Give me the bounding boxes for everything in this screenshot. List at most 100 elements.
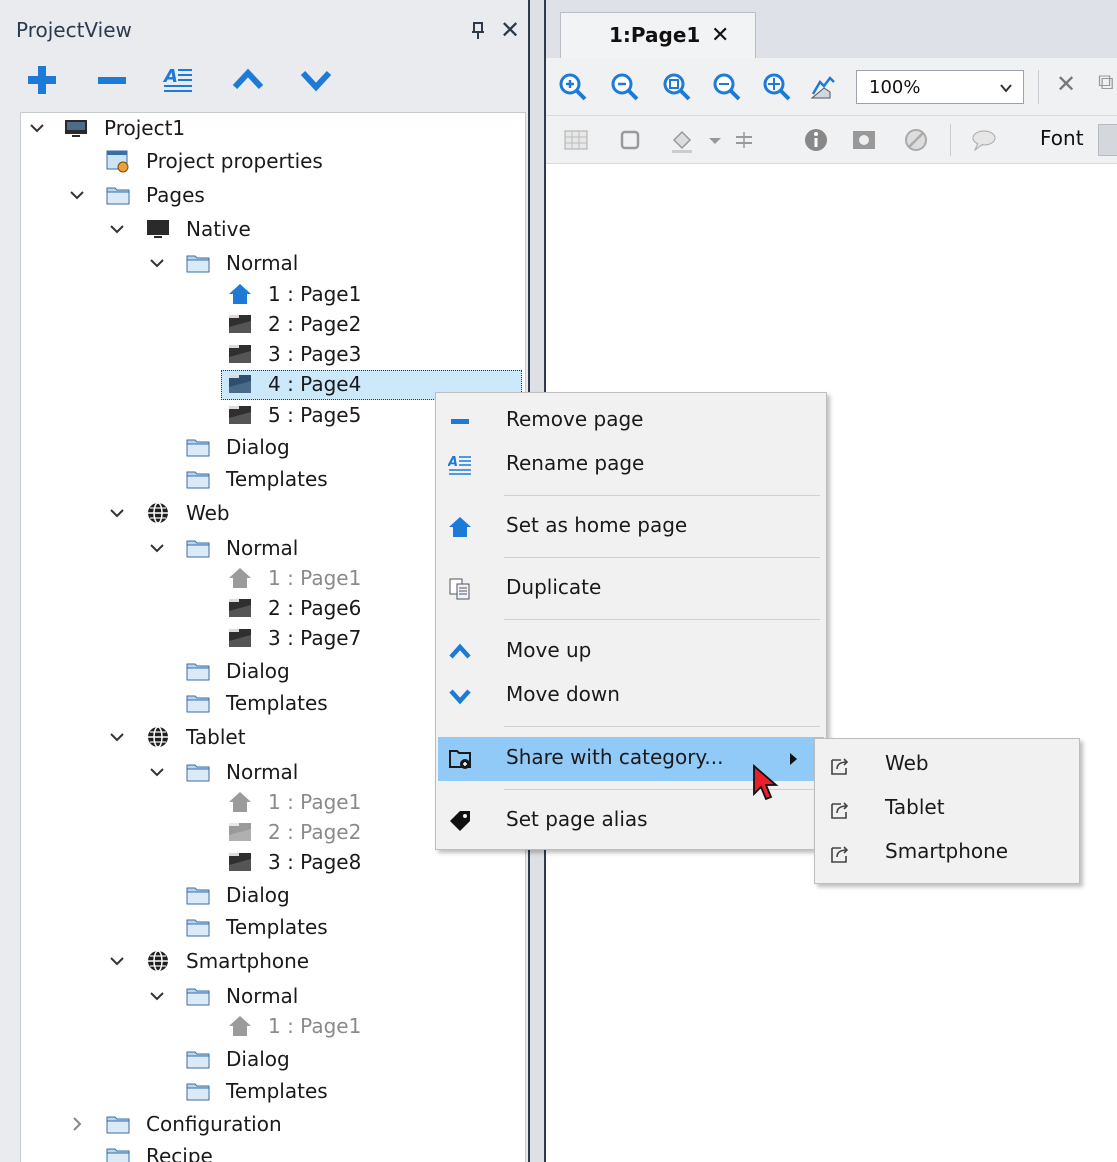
share-submenu: Web Tablet Smartphone	[814, 738, 1080, 884]
tree-item-label: 1 : Page1	[268, 282, 362, 306]
page-icon	[229, 406, 251, 424]
tree-item-dialog[interactable]: Dialog	[0, 879, 520, 911]
info-icon[interactable]	[802, 126, 830, 154]
folder-icon	[106, 1148, 130, 1162]
dropdown-arrow-icon[interactable]	[706, 126, 724, 154]
font-label[interactable]: Font	[1040, 126, 1084, 150]
zoom-out-icon[interactable]	[610, 72, 640, 102]
menu-item-set-home-page[interactable]: Set as home page	[438, 505, 824, 549]
folder-icon	[186, 887, 210, 905]
rename-icon[interactable]: A	[160, 62, 196, 98]
chevron-right-icon[interactable]	[68, 1115, 86, 1133]
chevron-down-icon[interactable]	[68, 186, 86, 204]
tree-item-templates[interactable]: Templates	[0, 1075, 520, 1107]
tree-item-label: 2 : Page2	[268, 312, 362, 336]
tree-item-dialog[interactable]: Dialog	[0, 1043, 520, 1075]
grid-icon[interactable]	[562, 126, 590, 154]
panel-title: ProjectView	[16, 18, 132, 42]
tree-item-label: 3 : Page3	[268, 342, 362, 366]
zoom-width-icon[interactable]	[712, 72, 742, 102]
remove-icon[interactable]	[94, 62, 130, 98]
menu-separator	[504, 726, 820, 727]
folder-icon	[186, 1083, 210, 1101]
menu-item-move-down[interactable]: Move down	[438, 674, 824, 718]
tree-item-label: Project1	[104, 116, 186, 140]
svg-text:A: A	[162, 66, 178, 87]
move-up-icon[interactable]	[230, 62, 266, 98]
home-icon	[229, 792, 251, 812]
minus-icon	[451, 419, 469, 424]
tree-item-label: Dialog	[226, 659, 290, 683]
tree-item-page[interactable]: 3 : Page3	[0, 338, 520, 370]
tree-item-normal[interactable]: Normal	[0, 247, 520, 279]
tree-item-label: Templates	[226, 467, 328, 491]
chevron-up-icon	[449, 643, 471, 659]
panel-header: ProjectView ✕	[0, 10, 536, 52]
frame-icon[interactable]	[616, 126, 644, 154]
pan-hand-icon[interactable]	[808, 72, 838, 102]
chevron-down-icon[interactable]	[28, 119, 46, 137]
zoom-fit-icon[interactable]	[662, 72, 692, 102]
menu-item-rename-page[interactable]: A Rename page	[438, 443, 824, 487]
tree-item-label: Native	[186, 217, 251, 241]
menu-item-move-up[interactable]: Move up	[438, 630, 824, 674]
tree-item-page[interactable]: 1 : Page1	[0, 278, 520, 310]
close-tab-icon[interactable]: ✕	[711, 23, 729, 48]
share-folder-icon	[449, 750, 471, 769]
tag-icon	[450, 811, 470, 831]
tree-item-label: 1 : Page1	[268, 566, 362, 590]
chevron-down-icon	[1000, 84, 1012, 93]
tree-item-page[interactable]: 3 : Page8	[0, 846, 520, 878]
tree-item-templates[interactable]: Templates	[0, 911, 520, 943]
chevron-down-icon[interactable]	[108, 728, 126, 746]
menu-item-duplicate[interactable]: Duplicate	[438, 567, 824, 611]
home-icon	[229, 1016, 251, 1036]
delete-icon[interactable]: ✕	[1056, 70, 1076, 98]
pin-icon[interactable]	[470, 22, 486, 40]
svg-text:A: A	[448, 455, 458, 470]
add-icon[interactable]	[24, 62, 60, 98]
image-icon[interactable]	[850, 126, 878, 154]
submenu-item-web[interactable]: Web	[817, 743, 1077, 787]
tree-item-pages[interactable]: Pages	[0, 179, 520, 211]
properties-icon	[106, 150, 129, 173]
menu-item-label: Remove page	[506, 407, 644, 431]
comment-icon[interactable]	[970, 126, 998, 154]
chevron-down-icon[interactable]	[108, 220, 126, 238]
close-panel-icon[interactable]: ✕	[500, 18, 520, 42]
menu-item-remove-page[interactable]: Remove page	[438, 399, 824, 443]
chevron-down-icon[interactable]	[148, 254, 166, 272]
disabled-icon[interactable]	[902, 126, 930, 154]
align-icon[interactable]	[732, 126, 756, 154]
tree-item-page[interactable]: 2 : Page2	[0, 308, 520, 340]
submenu-item-smartphone[interactable]: Smartphone	[817, 831, 1077, 875]
tree-item-smartphone[interactable]: Smartphone	[0, 945, 520, 977]
tree-item-label: 1 : Page1	[268, 790, 362, 814]
tree-item-page[interactable]: 1 : Page1	[0, 1010, 520, 1042]
tree-item-recipe[interactable]: Recipe	[0, 1140, 520, 1162]
fill-color-icon[interactable]	[668, 126, 696, 154]
submenu-item-tablet[interactable]: Tablet	[817, 787, 1077, 831]
zoom-dropdown[interactable]: 100%	[856, 70, 1024, 104]
tab-label: 1:Page1	[609, 23, 701, 47]
menu-item-label: Rename page	[506, 451, 645, 475]
chevron-down-icon[interactable]	[148, 763, 166, 781]
tree-item-configuration[interactable]: Configuration	[0, 1108, 520, 1140]
zoom-all-icon[interactable]	[762, 72, 792, 102]
tree-item-project-properties[interactable]: Project properties	[0, 145, 520, 177]
tree-item-normal[interactable]: Normal	[0, 980, 520, 1012]
tree-item-label: Normal	[226, 536, 299, 560]
move-down-icon[interactable]	[298, 62, 334, 98]
zoom-in-icon[interactable]	[558, 72, 588, 102]
copy-icon[interactable]: ⧉	[1098, 70, 1114, 95]
tab-page1[interactable]: 1:Page1 ✕	[560, 12, 756, 58]
submenu-item-label: Web	[885, 751, 929, 775]
chevron-down-icon[interactable]	[108, 952, 126, 970]
tree-item-project1[interactable]: Project1	[0, 112, 520, 144]
chevron-down-icon[interactable]	[148, 539, 166, 557]
tree-item-native[interactable]: Native	[0, 213, 520, 245]
chevron-down-icon[interactable]	[148, 987, 166, 1005]
font-size-box[interactable]	[1098, 124, 1117, 156]
chevron-down-icon[interactable]	[108, 504, 126, 522]
menu-item-label: Move down	[506, 682, 620, 706]
